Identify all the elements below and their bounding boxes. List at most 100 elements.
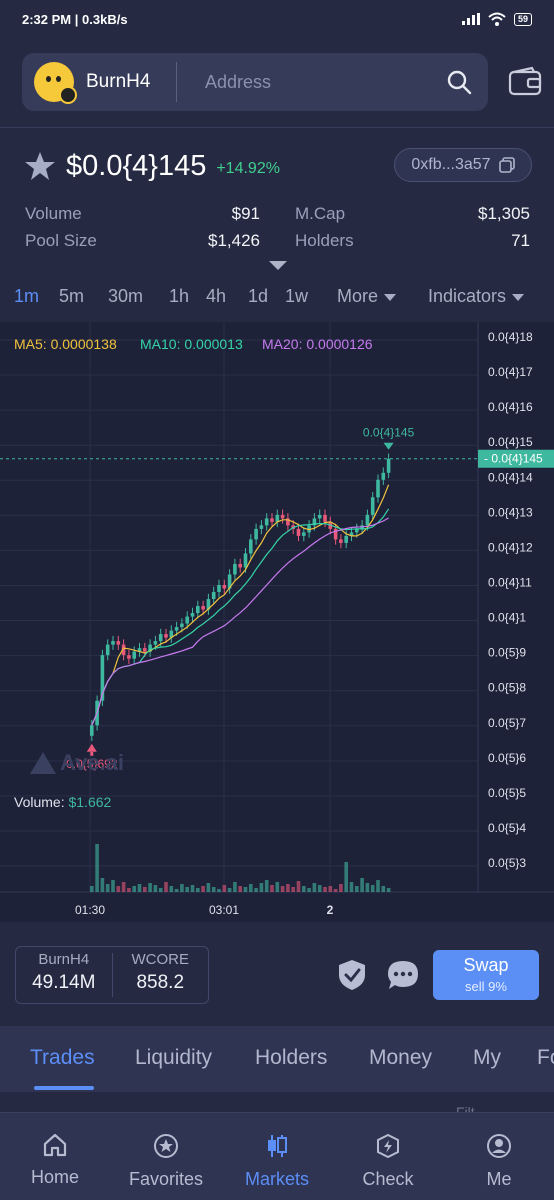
candle	[190, 613, 195, 617]
volume-bar	[132, 886, 136, 892]
swap-label: Swap	[463, 955, 509, 975]
price-chart[interactable]: 0.0{4}18 0.0{4}17 0.0{4}16 0.0{4}15 0.0{4}14…	[0, 322, 554, 922]
chevron-down-icon	[384, 293, 397, 301]
volume-bar	[105, 884, 110, 892]
active-tab-indicator	[34, 1086, 94, 1090]
tab-trades[interactable]: Trades	[30, 1046, 95, 1070]
tab-follow[interactable]: Fo	[537, 1046, 554, 1070]
copy-icon	[498, 157, 515, 173]
nav-markets[interactable]: Markets	[222, 1113, 332, 1200]
volume-bar	[143, 887, 147, 892]
candle	[90, 725, 94, 736]
tab-my[interactable]: My	[473, 1046, 501, 1070]
token-name[interactable]: BurnH4	[86, 71, 176, 93]
shield-check-icon[interactable]	[336, 958, 368, 992]
volume-bar	[137, 884, 142, 892]
y-tick-label: 0.0{5}9	[488, 646, 526, 660]
nav-home[interactable]: Home	[0, 1113, 110, 1200]
signal-icon	[461, 13, 480, 25]
interval-4h[interactable]: 4h	[206, 286, 226, 307]
search-bar[interactable]: BurnH4 Address	[22, 53, 488, 111]
swap-button[interactable]: Swap sell 9%	[433, 950, 539, 1000]
y-tick-label: 0.0{5}3	[488, 856, 526, 870]
chat-icon[interactable]	[386, 958, 420, 992]
volume-bar	[286, 884, 290, 892]
candle	[339, 539, 343, 543]
x-tick-label: 01:30	[75, 903, 105, 917]
star-icon[interactable]	[24, 150, 56, 182]
candle	[164, 634, 168, 638]
mcap-label: M.Cap	[295, 204, 346, 223]
tab-liquidity[interactable]: Liquidity	[135, 1046, 212, 1070]
home-icon	[43, 1133, 67, 1157]
y-tick-label: 0.0{4}1	[488, 611, 526, 625]
token-logo	[34, 62, 77, 104]
token-price: $0.0{4}145	[66, 149, 207, 182]
contract-address: 0xfb...3a57	[411, 156, 491, 173]
interval-1d[interactable]: 1d	[248, 286, 268, 307]
ma5-line	[91, 484, 390, 726]
interval-1h[interactable]: 1h	[169, 286, 189, 307]
volume-bar	[312, 883, 317, 892]
nav-favorites[interactable]: Favorites	[111, 1113, 221, 1200]
interval-30m[interactable]: 30m	[108, 286, 143, 307]
reserve-token-b: WCORE 858.2	[113, 947, 209, 1003]
chevron-down-icon	[512, 293, 525, 301]
candle	[317, 514, 322, 519]
y-tick-label: 0.0{4}12	[488, 540, 533, 554]
volume-bar	[116, 886, 121, 892]
volume-bar	[201, 886, 205, 892]
current-price-label: - 0.0{4}145	[484, 452, 543, 466]
candlestick-chart[interactable]: 0.0{4}18 0.0{4}17 0.0{4}16 0.0{4}15 0.0{4}14…	[0, 322, 554, 922]
indicators-label: Indicators	[428, 286, 507, 306]
indicators-button[interactable]: Indicators	[428, 286, 525, 307]
candle	[211, 592, 216, 600]
search-icon[interactable]	[444, 67, 474, 97]
volume-bar	[376, 880, 380, 892]
reserve-token-a-name: BurnH4	[38, 951, 90, 968]
candle	[243, 553, 248, 568]
volume-bar	[264, 880, 269, 892]
volume-bar	[323, 887, 327, 892]
volume-bar	[270, 885, 274, 892]
candle	[132, 651, 136, 659]
high-price-label: 0.0{4}145	[363, 426, 415, 440]
pool-size-value: $1,426	[208, 231, 260, 250]
volume-bar	[249, 884, 253, 892]
candle	[323, 514, 327, 522]
address-input[interactable]: Address	[205, 72, 444, 93]
candle	[116, 641, 121, 645]
y-tick-label: 0.0{4}16	[488, 400, 533, 414]
volume-bar	[153, 885, 158, 892]
tab-money[interactable]: Money	[369, 1046, 432, 1070]
x-tick-label: 03:01	[209, 903, 239, 917]
volume-bar	[355, 886, 359, 892]
candle	[280, 514, 285, 519]
candle	[105, 644, 110, 656]
pool-reserve: BurnH4 49.14M WCORE 858.2	[15, 946, 209, 1004]
interval-1w[interactable]: 1w	[285, 286, 308, 307]
profile-icon	[487, 1134, 511, 1158]
check-icon	[377, 1133, 399, 1159]
tab-holders[interactable]: Holders	[255, 1046, 327, 1070]
more-intervals-button[interactable]: More	[337, 286, 397, 307]
markets-icon	[268, 1135, 287, 1157]
candle	[233, 563, 237, 575]
volume-bar	[222, 885, 227, 892]
contract-address-button[interactable]: 0xfb...3a57	[394, 148, 532, 182]
nav-markets-label: Markets	[244, 1169, 309, 1189]
wifi-icon	[488, 12, 506, 26]
volume-bar	[360, 878, 364, 892]
candle	[127, 655, 131, 659]
wallet-icon[interactable]	[508, 66, 542, 98]
more-label: More	[337, 286, 379, 306]
nav-me[interactable]: Me	[444, 1113, 554, 1200]
nav-check[interactable]: Check	[333, 1113, 443, 1200]
interval-1m[interactable]: 1m	[14, 286, 39, 307]
expand-stats-icon[interactable]	[269, 261, 287, 270]
ma10-line	[91, 508, 390, 726]
volume-bar	[90, 886, 94, 892]
interval-5m[interactable]: 5m	[59, 286, 84, 307]
reserve-token-b-name: WCORE	[131, 951, 190, 968]
volume-bar	[317, 885, 322, 892]
